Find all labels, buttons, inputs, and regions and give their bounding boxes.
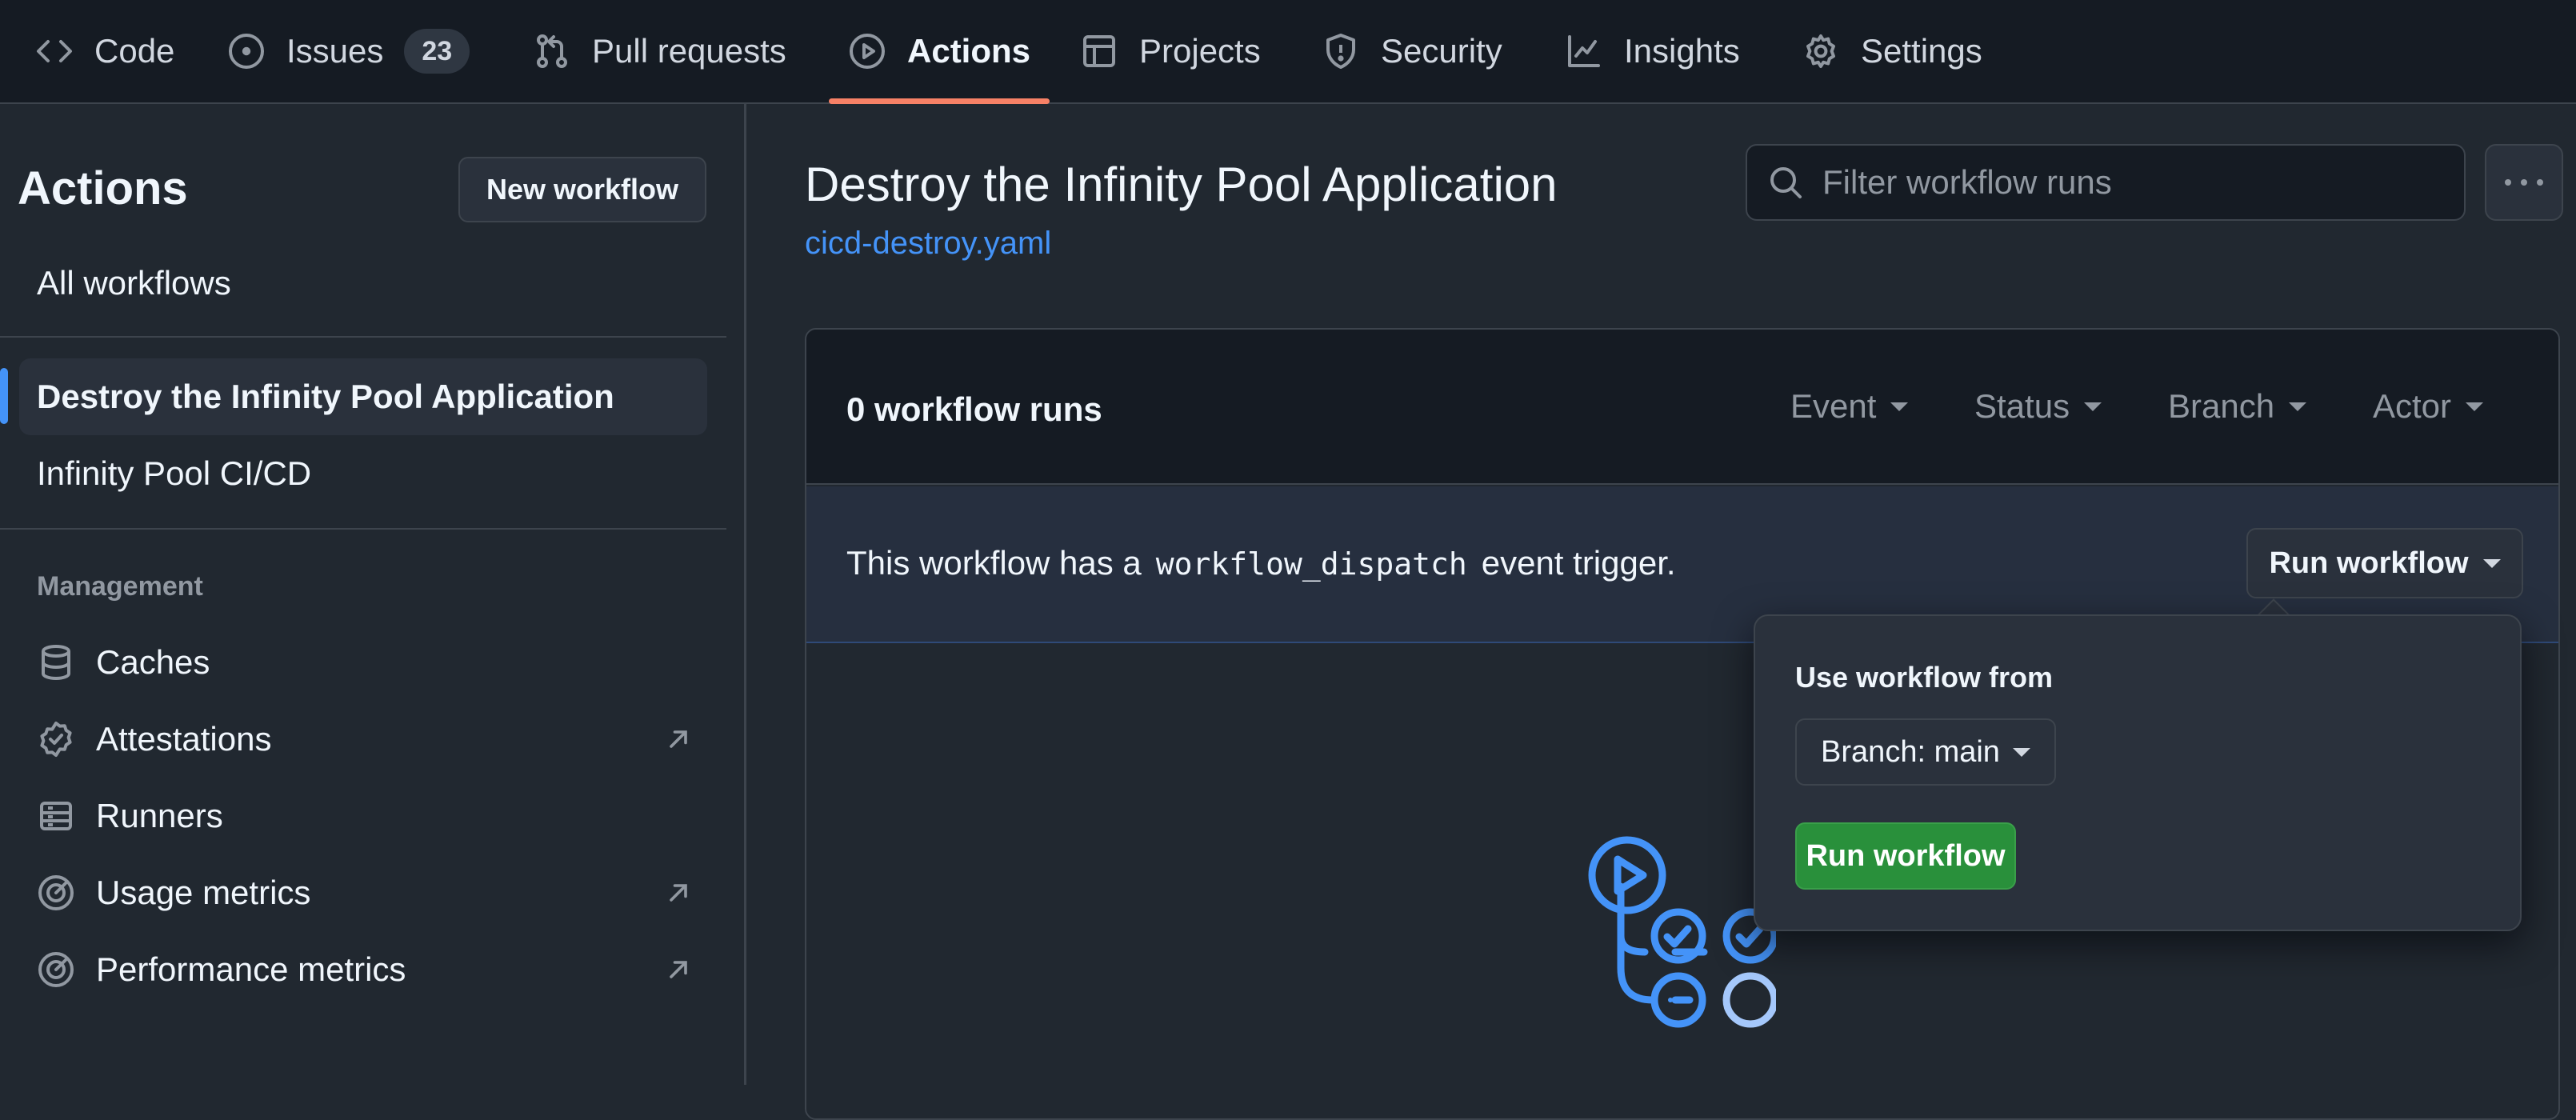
tab-label: Security [1381,32,1502,70]
management-item-label: Attestations [96,720,272,758]
graph-icon [1568,35,1600,67]
management-item-usage-metrics[interactable]: Usage metrics [37,861,693,925]
tab-code[interactable]: Code [35,0,174,102]
branch-label: Branch: main [1821,734,2000,769]
divider [0,336,726,338]
dispatch-prefix: This workflow has a [846,544,1142,582]
sidebar-title: Actions [18,162,188,214]
management-item-label: Runners [96,797,223,834]
tab-settings[interactable]: Settings [1802,0,1982,102]
management-item-caches[interactable]: Caches [37,630,693,694]
use-workflow-from-label: Use workflow from [1795,661,2054,694]
run-workflow-popover: Use workflow from Branch: main Run workf… [1754,614,2522,931]
server-icon [40,802,72,830]
runs-count: 0 workflow runs [846,390,1102,428]
tab-actions[interactable]: Actions [828,0,1050,104]
tab-label: Code [94,32,175,70]
runs-header: 0 workflow runs Event Status Branch Acto… [806,330,2558,485]
dispatch-code: workflow_dispatch [1155,546,1467,582]
database-icon [42,645,70,681]
workflow-item-cicd[interactable]: Infinity Pool CI/CD [19,435,707,512]
dispatch-message: This workflow has a workflow_dispatch even… [846,544,1676,582]
workflow-title: Destroy the Infinity Pool Application [805,158,1558,211]
code-icon [37,40,72,62]
verified-icon [40,722,72,757]
triangle-down-icon [2466,402,2484,411]
active-indicator [0,368,8,424]
arrow-up-right-icon [670,961,687,978]
management-item-attestations[interactable]: Attestations [37,707,693,771]
divider [0,528,726,530]
kebab-horizontal-icon [2505,179,2543,186]
tab-security[interactable]: Security [1322,0,1502,102]
tab-projects[interactable]: Projects [1080,0,1261,102]
event-filter[interactable]: Event [1790,387,1909,426]
meter-icon [38,875,74,910]
new-workflow-button[interactable]: New workflow [458,157,706,222]
issues-counter: 23 [404,29,470,74]
management-item-label: Caches [96,643,210,681]
management-heading: Management [37,571,203,602]
management-item-label: Usage metrics [96,874,311,911]
triangle-down-icon [2289,402,2307,411]
tab-label: Pull requests [592,32,786,70]
tab-label: Issues [286,32,384,70]
tab-label: Settings [1861,32,1982,70]
workflow-file-link[interactable]: cicd-destroy.yaml [805,226,1051,262]
tab-label: Projects [1139,32,1261,70]
tab-pull-requests[interactable]: Pull requests [533,0,786,102]
shield-icon [1326,34,1355,69]
issue-opened-icon [229,34,264,69]
tab-insights[interactable]: Insights [1565,0,1740,102]
actions-sidebar: Actions New workflow All workflows Destr… [0,104,744,1085]
management-item-performance-metrics[interactable]: Performance metrics [37,938,693,1002]
repo-nav: Code Issues 23 Pull requests Actions Pro… [0,0,2576,104]
dispatch-suffix: event trigger. [1481,544,1676,582]
sidebar-divider [744,104,746,1085]
status-filter[interactable]: Status [1974,387,2102,426]
triangle-down-icon [2084,402,2102,411]
more-options-button[interactable] [2485,144,2563,221]
git-pull-request-icon [537,34,567,68]
gear-icon [1806,34,1835,68]
triangle-down-icon [2012,747,2030,757]
play-icon [850,34,885,69]
management-item-label: Performance metrics [96,950,406,988]
tab-label: Insights [1624,32,1740,70]
workflow-illustration-icon [1588,836,1776,1028]
all-workflows-link[interactable]: All workflows [19,245,707,322]
run-workflow-button[interactable]: Run workflow [1795,822,2016,890]
tab-label: Actions [907,32,1031,70]
run-workflow-dropdown-button[interactable]: Run workflow [2246,528,2523,598]
arrow-up-right-icon [670,884,687,902]
branch-select[interactable]: Branch: main [1795,718,2056,786]
table-icon [1083,35,1115,67]
run-workflow-label: Run workflow [2269,546,2469,580]
tab-issues[interactable]: Issues 23 [227,0,470,102]
triangle-down-icon [2482,558,2501,568]
actor-filter[interactable]: Actor [2373,387,2484,426]
branch-filter[interactable]: Branch [2168,387,2307,426]
meter-icon [38,952,74,987]
filter-label: Status [1974,387,2070,425]
filter-label: Branch [2168,387,2275,425]
triangle-down-icon [1890,402,1909,411]
filter-label: Actor [2373,387,2452,425]
arrow-up-right-icon [670,730,687,748]
search-icon [1770,167,1802,198]
search-input[interactable] [1822,163,2446,202]
management-item-runners[interactable]: Runners [37,784,693,848]
workflow-item-destroy[interactable]: Destroy the Infinity Pool Application [19,358,707,435]
filter-label: Event [1790,387,1877,425]
filter-workflow-runs[interactable] [1746,144,2466,221]
